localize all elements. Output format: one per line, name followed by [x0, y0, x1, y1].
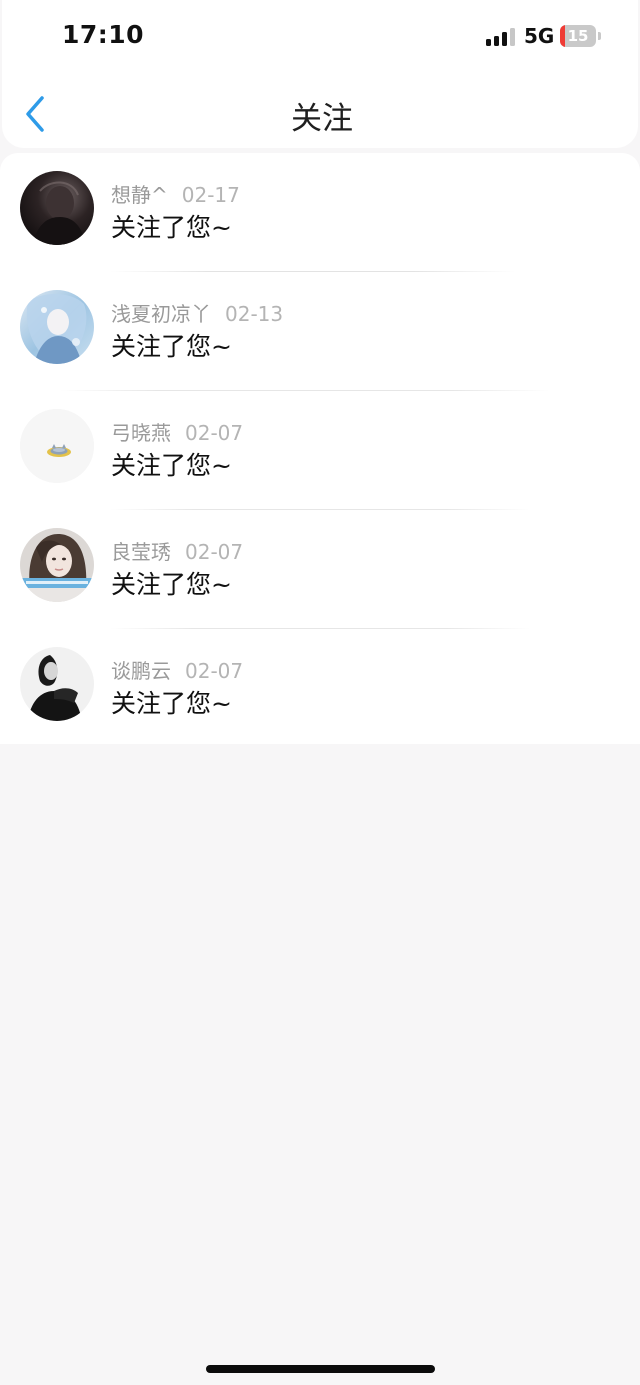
cellular-signal-icon: [486, 26, 518, 46]
notification-date: 02-17: [181, 183, 240, 207]
notification-item[interactable]: 谈鹏云 02-07 关注了您~: [0, 629, 640, 748]
home-indicator[interactable]: [206, 1365, 435, 1373]
notification-message: 关注了您~: [111, 689, 232, 718]
notification-date: 02-07: [185, 659, 244, 683]
status-time: 17:10: [62, 20, 145, 49]
back-button[interactable]: [22, 95, 52, 133]
battery-icon: 15: [560, 25, 596, 47]
avatar-icon[interactable]: [20, 290, 94, 364]
avatar-icon[interactable]: [20, 409, 94, 483]
avatar-icon[interactable]: [20, 647, 94, 721]
chevron-left-icon: [26, 96, 44, 132]
page-title: 关注: [291, 101, 353, 137]
notification-message: 关注了您~: [111, 451, 232, 480]
notification-message: 关注了您~: [111, 570, 232, 599]
notification-item[interactable]: 想静^ 02-17 关注了您~: [0, 153, 640, 272]
user-avatar-anime-blue-icon: [20, 290, 94, 364]
battery-cap-icon: [598, 32, 601, 40]
notification-date: 02-13: [225, 302, 284, 326]
notification-message: 关注了您~: [111, 213, 232, 242]
notification-date: 02-07: [185, 421, 244, 445]
user-avatar-monochrome-photo-icon: [20, 647, 94, 721]
name-line: 想静^ 02-17: [111, 179, 240, 207]
header-bar: 17:10 5G 15 关注: [2, 0, 638, 148]
avatar-icon[interactable]: [20, 171, 94, 245]
user-name[interactable]: 想静^: [111, 183, 168, 207]
notification-list: 想静^ 02-17 关注了您~ 浅夏初凉丫 02-13 关注了您~ 弓晓燕 02…: [0, 153, 640, 744]
notification-date: 02-07: [185, 540, 244, 564]
name-line: 浅夏初凉丫 02-13: [111, 298, 284, 326]
name-line: 谈鹏云 02-07: [111, 655, 244, 683]
notification-item[interactable]: 弓晓燕 02-07 关注了您~: [0, 391, 640, 510]
user-name[interactable]: 谈鹏云: [111, 659, 171, 683]
avatar-icon[interactable]: [20, 528, 94, 602]
notification-message: 关注了您~: [111, 332, 232, 361]
user-name[interactable]: 浅夏初凉丫: [111, 302, 211, 326]
notification-item[interactable]: 良莹琇 02-07 关注了您~: [0, 510, 640, 629]
user-name[interactable]: 良莹琇: [111, 540, 171, 564]
user-avatar-cat-cartoon-icon: [20, 409, 94, 483]
battery-percentage: 15: [567, 27, 589, 45]
name-line: 良莹琇 02-07: [111, 536, 244, 564]
notification-item[interactable]: 浅夏初凉丫 02-13 关注了您~: [0, 272, 640, 391]
user-avatar-dark-photo-icon: [20, 171, 94, 245]
user-avatar-girl-portrait-icon: [20, 528, 94, 602]
network-type-label: 5G: [524, 24, 555, 48]
name-line: 弓晓燕 02-07: [111, 417, 244, 445]
user-name[interactable]: 弓晓燕: [111, 421, 171, 445]
